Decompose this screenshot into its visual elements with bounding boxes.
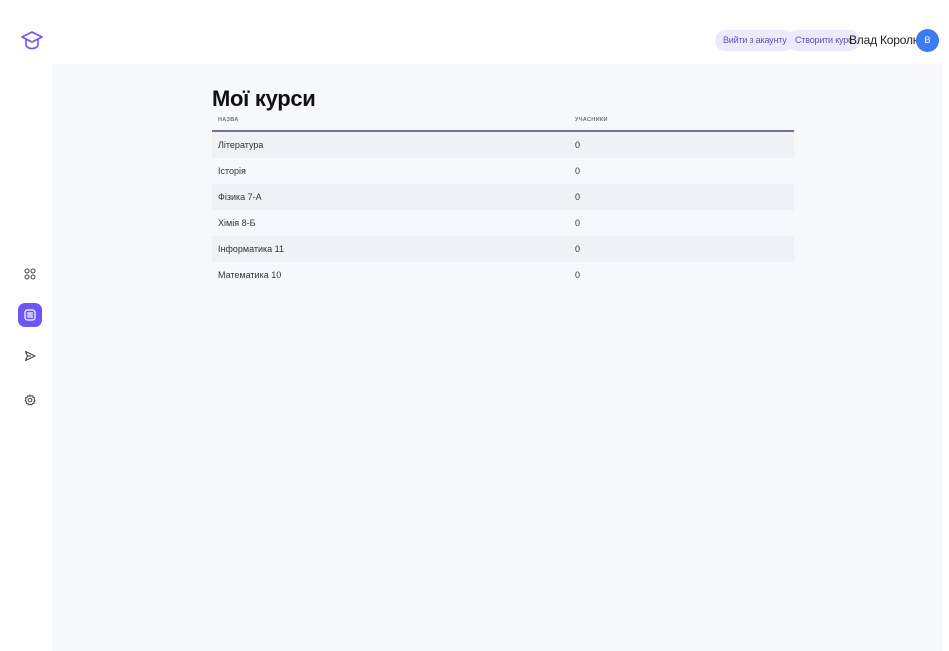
main-content: Мої курси НАЗВА УЧАСНИКИ Література 0 Іс…: [52, 64, 943, 651]
courses-table: НАЗВА УЧАСНИКИ Література 0 Історія 0 Фі…: [212, 116, 794, 288]
sidebar: [0, 0, 52, 651]
grid-icon: [24, 268, 36, 280]
course-name: Хімія 8-Б: [218, 218, 256, 228]
sidebar-item-settings[interactable]: [18, 388, 42, 412]
course-name: Фізика 7-А: [218, 192, 262, 202]
course-members: 0: [575, 270, 581, 280]
gear-icon: [24, 394, 36, 406]
graduation-cap-icon[interactable]: [19, 27, 45, 53]
course-name: Історія: [218, 166, 246, 176]
page-title: Мої курси: [212, 86, 316, 111]
course-name: Математика 10: [218, 270, 282, 280]
course-members: 0: [575, 192, 581, 202]
course-members: 0: [575, 244, 581, 254]
course-members: 0: [575, 218, 581, 228]
course-name: Література: [218, 140, 264, 150]
table-row[interactable]: Математика 10 0: [212, 262, 794, 288]
user-name[interactable]: Влад Королюк: [849, 33, 927, 47]
course-name: Інформатика 11: [218, 244, 285, 254]
table-row[interactable]: Фізика 7-А 0: [212, 184, 794, 210]
table-row[interactable]: Література 0: [212, 132, 794, 158]
column-header-members: УЧАСНИКИ: [575, 117, 608, 123]
table-row[interactable]: Хімія 8-Б 0: [212, 210, 794, 236]
list-icon: [24, 309, 36, 321]
table-row[interactable]: Історія 0: [212, 158, 794, 184]
top-header: Вийти з акаунту Створити курс Влад Корол…: [52, 0, 949, 64]
logout-button[interactable]: Вийти з акаунту: [715, 30, 795, 51]
course-members: 0: [575, 166, 581, 176]
app-root: Вийти з акаунту Створити курс Влад Корол…: [0, 0, 949, 651]
table-row[interactable]: Інформатика 11 0: [212, 236, 794, 262]
sidebar-item-messages[interactable]: [18, 344, 42, 368]
avatar[interactable]: В: [916, 29, 939, 52]
sidebar-item-dashboard[interactable]: [18, 262, 42, 286]
table-header: НАЗВА УЧАСНИКИ: [212, 116, 794, 132]
send-icon: [24, 350, 36, 362]
column-header-name: НАЗВА: [218, 117, 239, 123]
sidebar-item-courses[interactable]: [18, 303, 42, 327]
course-members: 0: [575, 140, 581, 150]
